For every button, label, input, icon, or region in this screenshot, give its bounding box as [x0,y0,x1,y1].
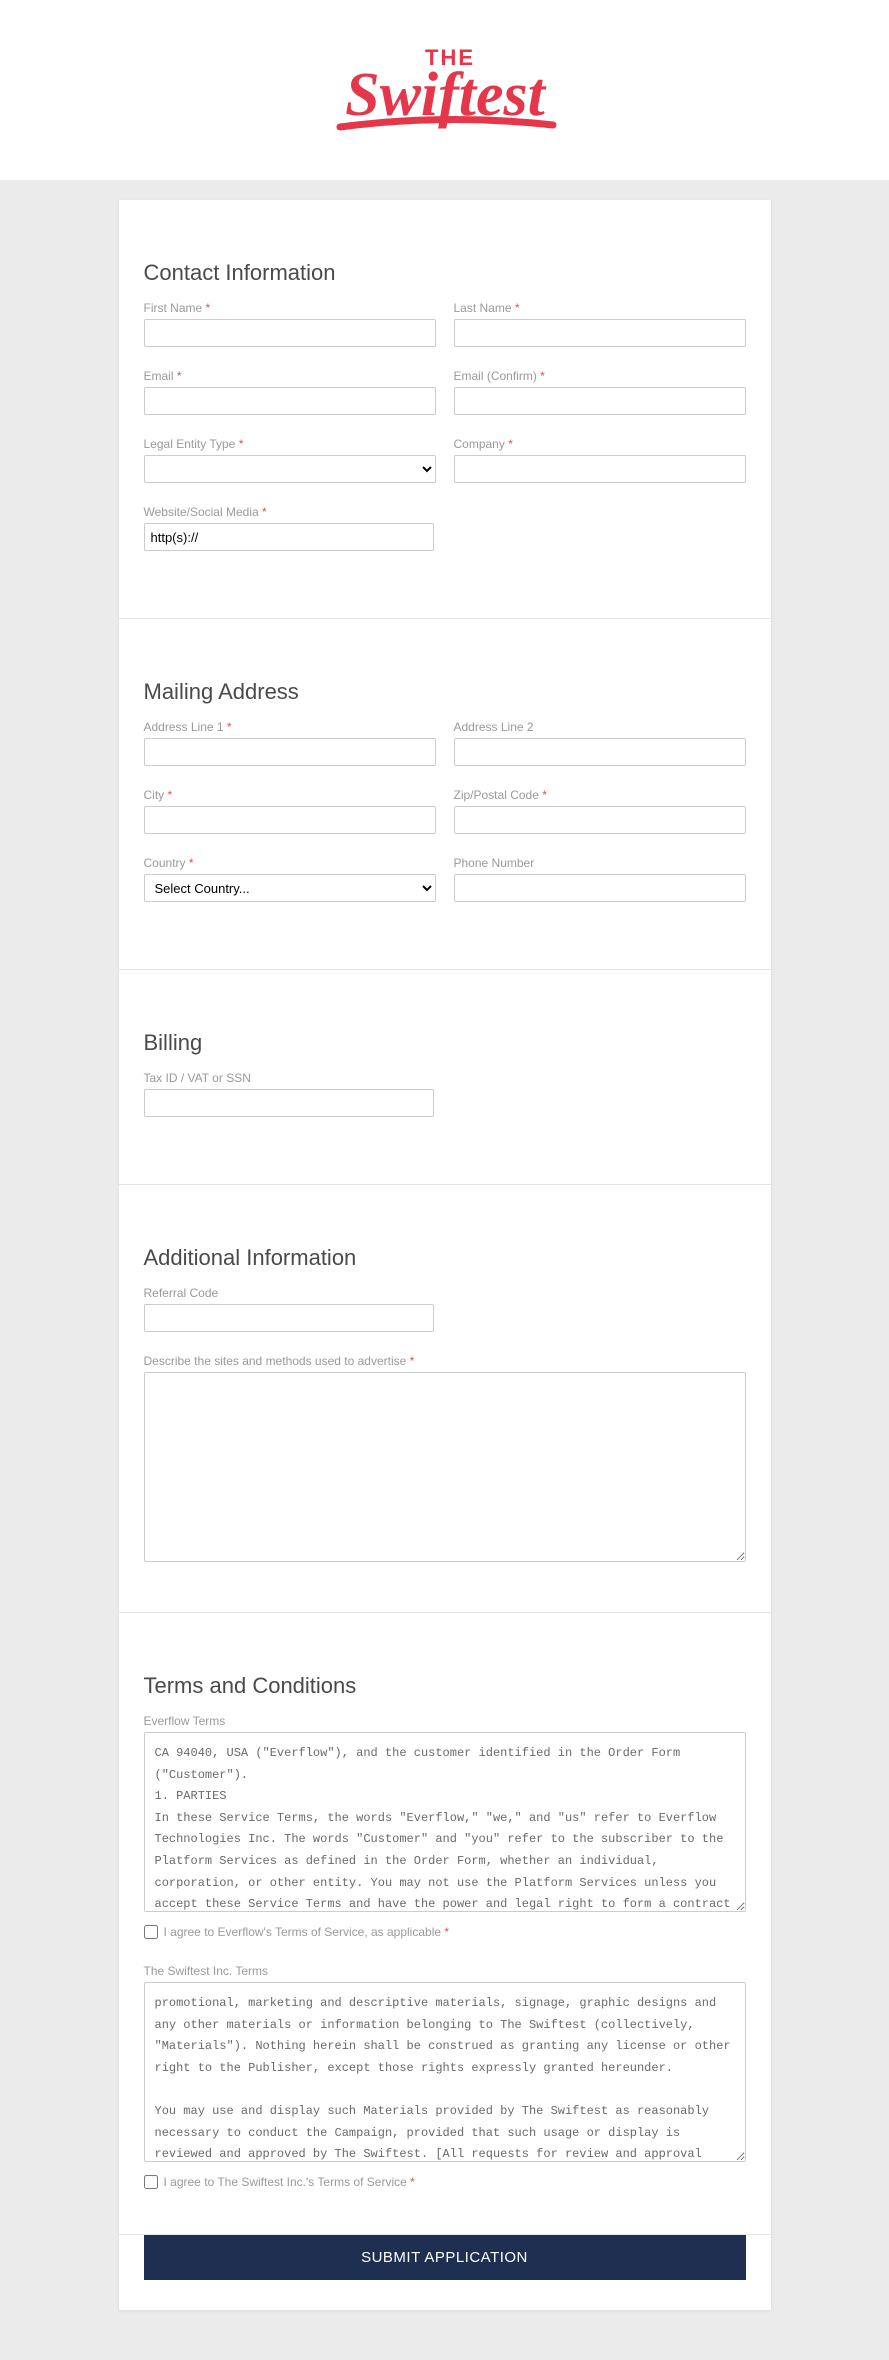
label-email: Email * [144,369,436,383]
label-country: Country * [144,856,436,870]
label-company: Company * [454,437,746,451]
label-addr2: Address Line 2 [454,720,746,734]
city-input[interactable] [144,806,436,834]
referral-input[interactable] [144,1304,434,1332]
label-city: City * [144,788,436,802]
swiftest-agree-checkbox[interactable] [144,2175,158,2189]
describe-textarea[interactable] [144,1372,746,1562]
addr2-input[interactable] [454,738,746,766]
tax-id-input[interactable] [144,1089,434,1117]
phone-input[interactable] [454,874,746,902]
section-billing: Billing Tax ID / VAT or SSN [119,970,771,1185]
label-swiftest-terms: The Swiftest Inc. Terms [144,1964,746,1978]
submit-button[interactable]: SUBMIT APPLICATION [144,2235,746,2280]
zip-input[interactable] [454,806,746,834]
label-describe: Describe the sites and methods used to a… [144,1354,746,1368]
section-additional: Additional Information Referral Code Des… [119,1185,771,1613]
country-select[interactable]: Select Country... [144,874,436,902]
label-legal-entity: Legal Entity Type * [144,437,436,451]
label-swiftest-agree: I agree to The Swiftest Inc.'s Terms of … [164,2175,415,2189]
section-title-terms: Terms and Conditions [144,1673,746,1699]
page-body: Contact Information First Name * Last Na… [0,180,889,2360]
label-referral: Referral Code [144,1286,434,1300]
label-last-name: Last Name * [454,301,746,315]
section-contact: Contact Information First Name * Last Na… [119,200,771,619]
page-header: THE Swiftest [0,0,889,180]
label-everflow-terms: Everflow Terms [144,1714,746,1728]
label-first-name: First Name * [144,301,436,315]
everflow-terms-box[interactable]: CA 94040, USA ("Everflow"), and the cust… [144,1732,746,1912]
label-everflow-agree: I agree to Everflow's Terms of Service, … [164,1925,450,1939]
label-zip: Zip/Postal Code * [454,788,746,802]
everflow-agree-checkbox[interactable] [144,1925,158,1939]
swiftest-logo: THE Swiftest [295,35,595,145]
label-website: Website/Social Media * [144,505,434,519]
label-phone: Phone Number [454,856,746,870]
section-title-billing: Billing [144,1030,746,1056]
section-mailing: Mailing Address Address Line 1 * Address… [119,619,771,970]
form-card: Contact Information First Name * Last Na… [119,200,771,2310]
company-input[interactable] [454,455,746,483]
section-terms: Terms and Conditions Everflow Terms CA 9… [119,1613,771,2235]
addr1-input[interactable] [144,738,436,766]
email-confirm-input[interactable] [454,387,746,415]
first-name-input[interactable] [144,319,436,347]
section-title-mailing: Mailing Address [144,679,746,705]
label-addr1: Address Line 1 * [144,720,436,734]
section-title-contact: Contact Information [144,260,746,286]
label-tax-id: Tax ID / VAT or SSN [144,1071,434,1085]
last-name-input[interactable] [454,319,746,347]
submit-wrap: SUBMIT APPLICATION [119,2235,771,2310]
label-email-confirm: Email (Confirm) * [454,369,746,383]
website-input[interactable] [144,523,434,551]
swiftest-terms-box[interactable]: promotional, marketing and descriptive m… [144,1982,746,2162]
email-input[interactable] [144,387,436,415]
legal-entity-select[interactable] [144,455,436,483]
section-title-additional: Additional Information [144,1245,746,1271]
